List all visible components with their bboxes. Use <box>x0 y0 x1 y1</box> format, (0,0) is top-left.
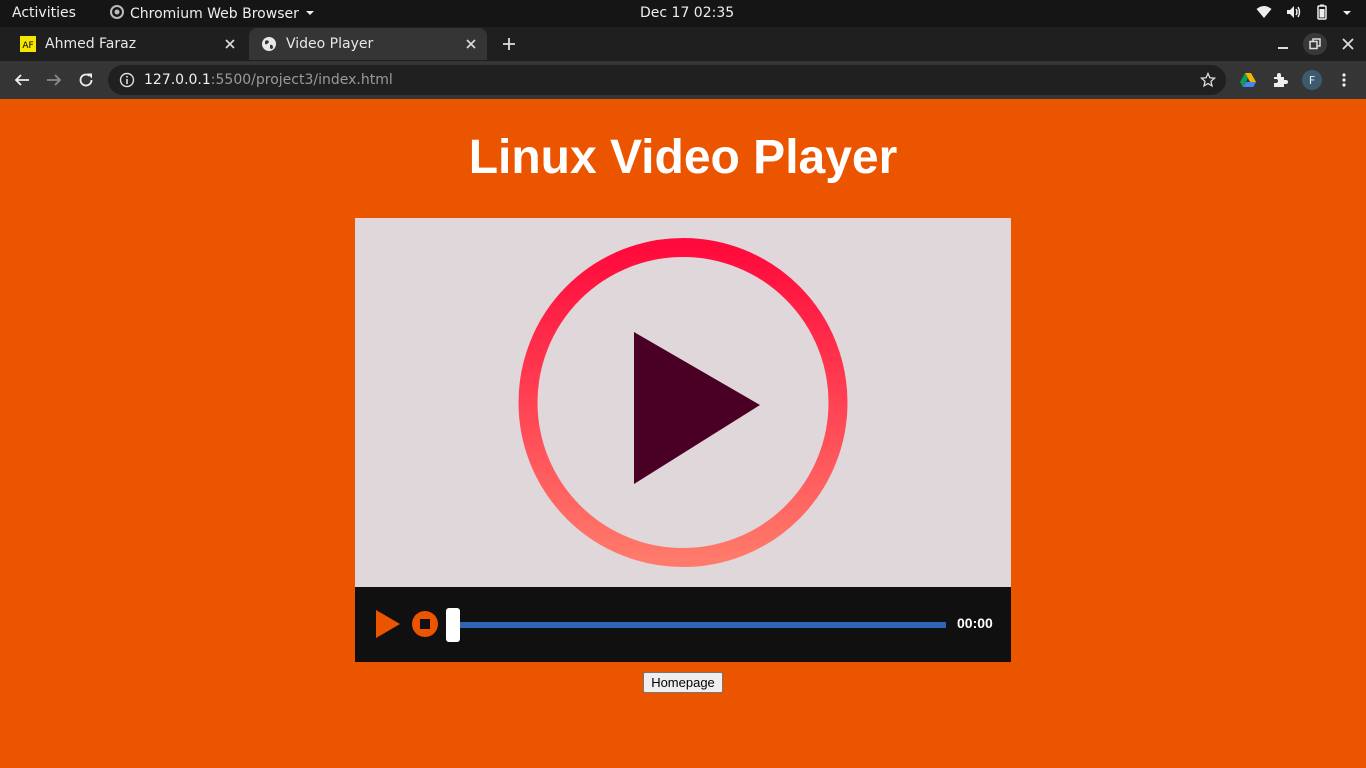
tab-strip: AF Ahmed Faraz Video Player <box>0 27 1366 61</box>
info-icon[interactable] <box>119 72 135 88</box>
extensions-icon[interactable] <box>1268 68 1292 92</box>
url-host: 127.0.0.1 <box>144 72 211 88</box>
profile-avatar[interactable]: F <box>1300 68 1324 92</box>
system-top-bar: Activities Chromium Web Browser Dec 17 0… <box>0 0 1366 27</box>
time-display: 00:00 <box>957 615 993 631</box>
stop-button[interactable] <box>411 609 439 639</box>
chevron-down-icon <box>305 6 315 22</box>
reload-button[interactable] <box>74 68 98 92</box>
progress-bar[interactable] <box>451 622 946 628</box>
app-menu-label: Chromium Web Browser <box>130 6 299 22</box>
video-area[interactable] <box>355 218 1011 587</box>
back-button[interactable] <box>10 68 34 92</box>
tab-ahmed-faraz[interactable]: AF Ahmed Faraz <box>8 28 246 60</box>
wifi-icon <box>1256 5 1272 23</box>
star-icon[interactable] <box>1199 71 1217 92</box>
play-logo-image <box>518 238 848 567</box>
video-controls: 00:00 <box>355 587 1011 662</box>
homepage-button[interactable]: Homepage <box>643 672 723 693</box>
close-icon[interactable] <box>463 36 479 52</box>
play-icon <box>376 610 400 638</box>
forward-button[interactable] <box>42 68 66 92</box>
address-bar[interactable]: 127.0.0.1:5500/project3/index.html <box>108 65 1226 95</box>
restore-button[interactable] <box>1303 33 1327 55</box>
svg-text:F: F <box>1309 74 1315 87</box>
power-menu-icon <box>1342 6 1352 22</box>
drive-icon[interactable] <box>1236 68 1260 92</box>
activities-button[interactable]: Activities <box>12 5 76 21</box>
video-player: 00:00 <box>355 218 1011 662</box>
new-tab-button[interactable] <box>498 33 520 55</box>
svg-text:AF: AF <box>22 41 33 51</box>
minimize-button[interactable] <box>1271 33 1295 55</box>
volume-icon <box>1286 5 1302 23</box>
globe-icon <box>261 36 277 52</box>
tab-video-player[interactable]: Video Player <box>249 28 487 60</box>
progress-handle[interactable] <box>446 608 460 642</box>
tab-title: Video Player <box>286 36 374 52</box>
window-close-button[interactable] <box>1336 33 1360 55</box>
page-title: Linux Video Player <box>468 131 898 184</box>
menu-icon[interactable] <box>1332 68 1356 92</box>
browser-toolbar: 127.0.0.1:5500/project3/index.html F <box>0 61 1366 99</box>
reload-icon <box>79 73 93 87</box>
back-icon <box>14 74 29 86</box>
url-path: :5500/project3/index.html <box>210 72 393 88</box>
battery-icon <box>1316 4 1328 24</box>
chromium-icon <box>110 5 124 23</box>
app-menu[interactable]: Chromium Web Browser <box>110 5 315 23</box>
tab-title: Ahmed Faraz <box>45 36 137 52</box>
tab-favicon: AF <box>20 36 36 52</box>
forward-icon <box>47 74 62 86</box>
close-icon[interactable] <box>222 36 238 52</box>
clock[interactable]: Dec 17 02:35 <box>640 5 734 21</box>
stop-icon <box>412 611 438 637</box>
system-tray[interactable] <box>1256 4 1352 24</box>
play-button[interactable] <box>374 609 402 639</box>
